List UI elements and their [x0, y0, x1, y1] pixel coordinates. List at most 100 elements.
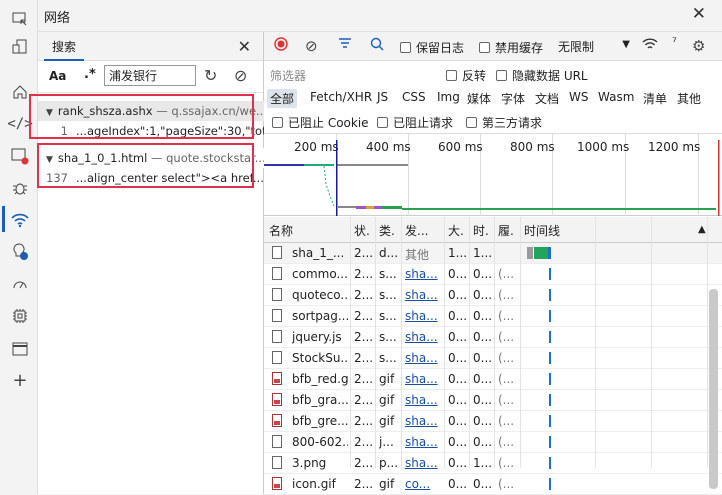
search-input[interactable] — [104, 65, 196, 86]
result-separator: — — [152, 104, 172, 118]
column-initiator[interactable]: 发... — [405, 222, 428, 239]
console-icon[interactable] — [9, 145, 31, 167]
application-window-icon[interactable] — [9, 338, 31, 360]
memory-chip-icon[interactable] — [9, 305, 31, 327]
type-filter-fetch-xhr[interactable]: Fetch/XHR — [307, 89, 375, 105]
result-line[interactable]: 137 ...align_center select"><a href... — [38, 168, 264, 188]
search-icon[interactable] — [370, 37, 384, 51]
regex-button[interactable]: .* — [84, 67, 96, 82]
throttling-select[interactable]: 无限制 ▼ — [558, 37, 630, 56]
table-row[interactable]: sha_1_... 2... d... 其他 1... 1... — [264, 243, 722, 264]
network-wifi-icon[interactable] — [9, 209, 31, 231]
search-result[interactable]: ▼ sha_1_0_1.html — quote.stockstar... 137… — [38, 148, 264, 188]
refresh-icon[interactable]: ↻ — [204, 66, 217, 85]
result-header[interactable]: ▼ sha_1_0_1.html — quote.stockstar... — [38, 148, 264, 168]
table-row[interactable]: 3.png 2... p... sha... 0... 1... (... — [264, 453, 722, 474]
column-divider[interactable] — [469, 217, 470, 468]
gear-icon[interactable]: ⚙ — [692, 37, 705, 55]
row-initiator[interactable]: sha... — [405, 372, 441, 386]
row-initiator[interactable]: sha... — [405, 414, 441, 428]
table-row[interactable]: commo... 2... s... sha... 0... 0... (... — [264, 264, 722, 285]
column-waterfall[interactable]: 时间线 — [524, 222, 560, 239]
table-row[interactable]: bfb_gra... 2... gif sha... 0... 0... (... — [264, 390, 722, 411]
clear-log-icon[interactable]: ⊘ — [305, 37, 318, 55]
gauge-icon[interactable] — [9, 273, 31, 295]
type-filter-doc[interactable]: 文档 — [532, 89, 562, 108]
type-filter-media[interactable]: 媒体 — [464, 89, 494, 108]
column-name[interactable]: 名称 — [269, 222, 293, 239]
table-row[interactable]: quoteco... 2... s... sha... 0... 0... (... — [264, 285, 722, 306]
filter-icon[interactable] — [338, 37, 352, 49]
column-divider[interactable] — [520, 217, 521, 468]
row-initiator[interactable]: co... — [405, 477, 441, 491]
device-toggle-icon[interactable] — [9, 8, 31, 30]
column-divider[interactable] — [401, 217, 402, 468]
third-party-checkbox[interactable]: 第三方请求 — [466, 114, 542, 131]
column-type[interactable]: 类. — [379, 222, 395, 239]
table-row[interactable]: bfb_red.gif 2... gif sha... 0... 0... (... — [264, 369, 722, 390]
type-filter-all[interactable]: 全部 — [267, 89, 298, 108]
column-status[interactable]: 状. — [354, 222, 370, 239]
match-case-button[interactable]: Aa — [49, 69, 66, 83]
table-row[interactable]: sortpag... 2... s... sha... 0... 0... (... — [264, 306, 722, 327]
table-row[interactable]: 800-602... 2... j... sha... 0... 0... (... — [264, 432, 722, 453]
record-icon[interactable] — [274, 37, 288, 51]
invert-checkbox[interactable]: 反转 — [446, 67, 486, 84]
table-row[interactable]: icon.gif 2... gif co... 0... 0... (... — [264, 474, 722, 495]
preserve-log-checkbox[interactable]: 保留日志 — [400, 39, 464, 56]
type-filter-css[interactable]: CSS — [399, 89, 429, 105]
collapse-triangle-icon[interactable]: ▼ — [46, 155, 53, 165]
search-result[interactable]: ▼ rank_shsza.ashx — q.ssajax.cn/we... 1..… — [38, 101, 264, 141]
sort-up-icon[interactable]: ▲ — [698, 224, 706, 235]
type-filter-ws[interactable]: WS — [566, 89, 591, 105]
row-initiator[interactable]: sha... — [405, 351, 441, 365]
table-row[interactable]: jquery.js 2... s... sha... 0... 0... (... — [264, 327, 722, 348]
disable-cache-checkbox[interactable]: 禁用缓存 — [479, 39, 543, 56]
close-search-icon[interactable]: ✕ — [238, 37, 251, 56]
row-initiator[interactable]: sha... — [405, 435, 441, 449]
result-header[interactable]: ▼ rank_shsza.ashx — q.ssajax.cn/we... — [38, 101, 264, 121]
row-initiator[interactable]: sha... — [405, 309, 441, 323]
add-tool-icon[interactable]: + — [9, 369, 31, 391]
column-divider[interactable] — [494, 217, 495, 468]
type-filter-manifest[interactable]: 清单 — [640, 89, 670, 108]
row-initiator[interactable]: sha... — [405, 267, 441, 281]
table-row[interactable]: StockSu... 2... s... sha... 0... 0... (... — [264, 348, 722, 369]
blocked-cookies-checkbox[interactable]: 已阻止 Cookie — [272, 114, 369, 131]
timeline-overview[interactable]: 200 ms 400 ms 600 ms 800 ms 1000 ms 1200… — [264, 134, 722, 216]
close-icon[interactable]: ✕ — [692, 4, 706, 24]
home-icon[interactable] — [9, 81, 31, 103]
device-emulation-icon[interactable] — [9, 36, 31, 58]
row-initiator[interactable]: sha... — [405, 456, 441, 470]
type-filter-img[interactable]: Img — [434, 89, 463, 105]
type-filter-other[interactable]: 其他 — [674, 89, 704, 108]
row-initiator[interactable]: sha... — [405, 288, 441, 302]
type-filter-js[interactable]: JS — [374, 89, 391, 105]
bug-icon[interactable] — [9, 177, 31, 199]
column-divider[interactable] — [444, 217, 445, 468]
collapse-triangle-icon[interactable]: ▼ — [46, 108, 53, 118]
column-divider[interactable] — [350, 217, 351, 468]
type-filter-wasm[interactable]: Wasm — [595, 89, 637, 105]
hide-data-urls-checkbox[interactable]: 隐藏数据 URL — [496, 67, 588, 84]
filter-input[interactable]: 筛选器 — [270, 67, 306, 84]
import-icon[interactable]: ⁷ — [672, 35, 677, 49]
network-conditions-icon[interactable] — [642, 37, 658, 51]
blocked-requests-checkbox[interactable]: 已阻止请求 — [377, 114, 453, 131]
column-time[interactable]: 时. — [473, 222, 489, 239]
row-type: s... — [379, 351, 397, 365]
row-initiator[interactable]: sha... — [405, 330, 441, 344]
column-size[interactable]: 大. — [448, 222, 464, 239]
performance-bulb-icon[interactable] — [9, 241, 31, 263]
column-history[interactable]: 履. — [498, 222, 514, 239]
elements-icon[interactable]: </> — [7, 113, 32, 135]
clear-icon[interactable]: ⊘ — [234, 66, 247, 85]
scrollbar[interactable] — [709, 289, 718, 489]
tab-search[interactable]: 搜索 — [44, 32, 85, 61]
type-filter-font[interactable]: 字体 — [498, 89, 528, 108]
result-line[interactable]: 1 ...ageIndex":1,"pageSize":30,"tot... — [38, 121, 264, 141]
column-divider[interactable] — [375, 217, 376, 468]
row-history: (... — [498, 309, 515, 323]
row-initiator[interactable]: sha... — [405, 393, 441, 407]
table-row[interactable]: bfb_gre... 2... gif sha... 0... 0... (... — [264, 411, 722, 432]
